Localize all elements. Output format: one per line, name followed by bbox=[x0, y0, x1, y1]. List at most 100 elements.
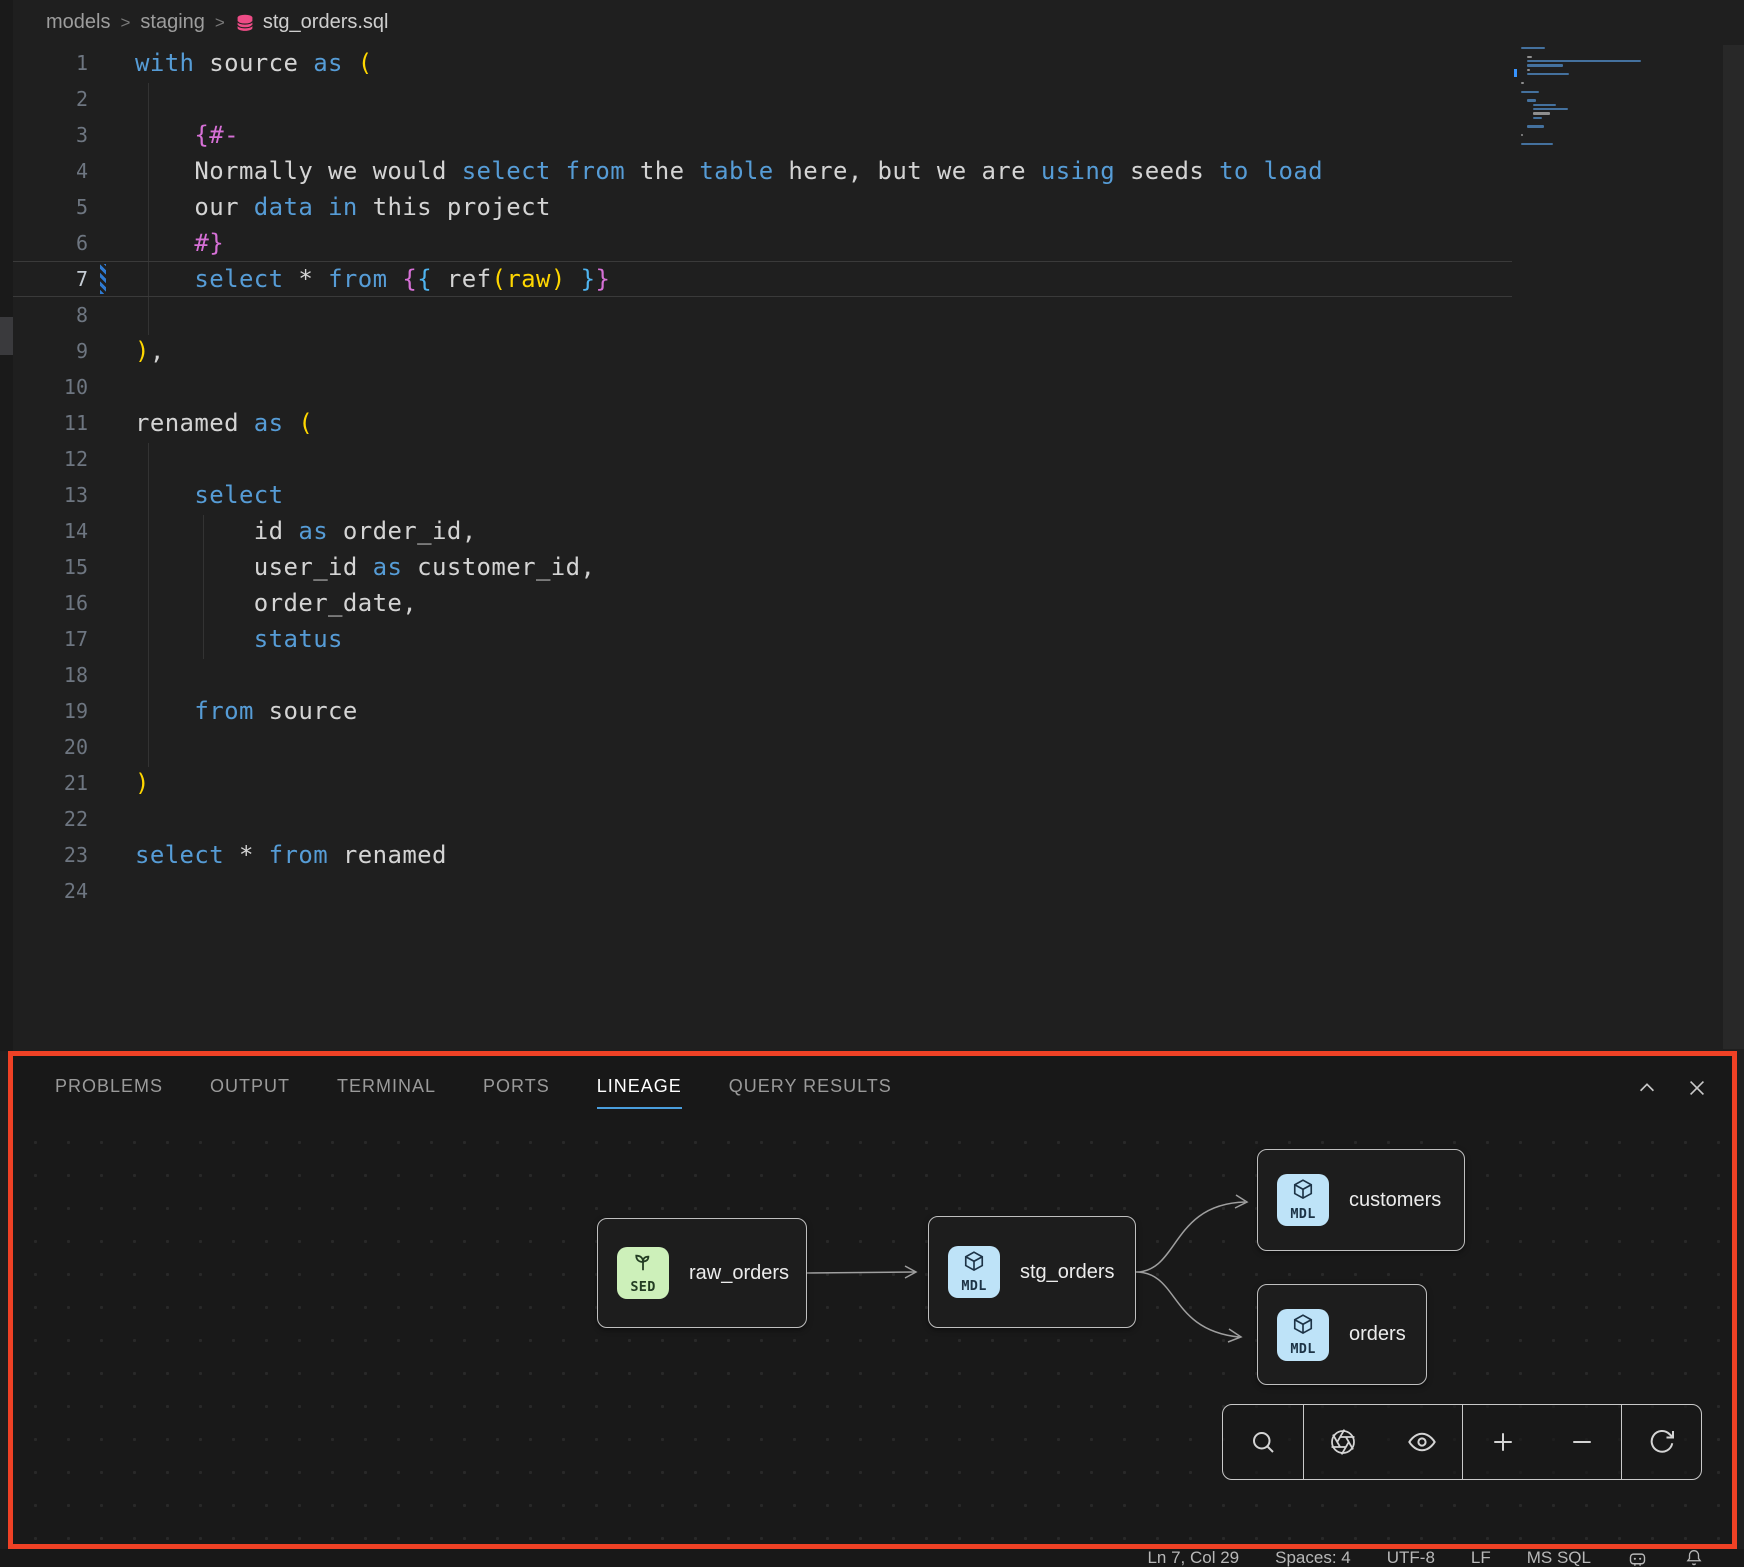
code-line[interactable]: 18 bbox=[13, 657, 1512, 693]
panel-tab-ports[interactable]: PORTS bbox=[483, 1068, 550, 1109]
line-number: 16 bbox=[13, 591, 88, 615]
close-icon[interactable] bbox=[1686, 1077, 1708, 1099]
code-lines: 1with source as ( 2 3 {#-4 Normally we wou… bbox=[13, 45, 1512, 909]
chevron-up-icon[interactable] bbox=[1636, 1077, 1658, 1099]
code-line[interactable]: 16 order_date, bbox=[13, 585, 1512, 621]
minimap-line bbox=[1533, 108, 1568, 110]
line-number: 2 bbox=[13, 87, 88, 111]
line-number: 15 bbox=[13, 555, 88, 579]
aperture-icon[interactable] bbox=[1321, 1420, 1365, 1464]
lineage-node-customers[interactable]: MDLcustomers bbox=[1257, 1149, 1465, 1251]
breadcrumb: models>staging>stg_orders.sql bbox=[13, 0, 388, 45]
panel-tab-query-results[interactable]: QUERY RESULTS bbox=[729, 1068, 892, 1109]
code-line[interactable]: 15 user_id as customer_id, bbox=[13, 549, 1512, 585]
minimap-line bbox=[1521, 91, 1539, 93]
minimap-line bbox=[1527, 69, 1530, 71]
status-spaces-4[interactable]: Spaces: 4 bbox=[1275, 1548, 1351, 1567]
code-line[interactable]: 22 bbox=[13, 801, 1512, 837]
code-line[interactable]: 17 status bbox=[13, 621, 1512, 657]
breadcrumb-item[interactable]: models bbox=[46, 11, 110, 34]
panel-tab-output[interactable]: OUTPUT bbox=[210, 1068, 290, 1109]
editor-scrollbar[interactable] bbox=[1723, 45, 1744, 1049]
edge-stg_orders-customers bbox=[1136, 1202, 1245, 1272]
status-utf-8[interactable]: UTF-8 bbox=[1387, 1548, 1435, 1567]
line-number: 13 bbox=[13, 483, 88, 507]
minimap-line bbox=[1527, 125, 1544, 127]
lineage-node-orders[interactable]: MDL orders bbox=[1257, 1284, 1427, 1385]
line-number: 12 bbox=[13, 447, 88, 471]
minimap-line bbox=[1527, 73, 1569, 75]
lineage-edges bbox=[13, 1120, 1732, 1544]
eye-icon[interactable] bbox=[1400, 1420, 1444, 1464]
code-line[interactable]: 11renamed as ( bbox=[13, 405, 1512, 441]
line-number: 18 bbox=[13, 663, 88, 687]
node-label: customers bbox=[1349, 1189, 1441, 1212]
breadcrumb-item[interactable]: staging bbox=[140, 11, 205, 34]
node-label: orders bbox=[1349, 1323, 1406, 1346]
status-bar: Ln 7, Col 29 Spaces: 4 UTF-8 LF MS SQL bbox=[0, 1549, 1744, 1567]
code-line[interactable]: 24 bbox=[13, 873, 1512, 909]
breadcrumb-file[interactable]: stg_orders.sql bbox=[235, 11, 389, 34]
refresh-icon[interactable] bbox=[1640, 1420, 1684, 1464]
badge-label: MDL bbox=[1290, 1341, 1315, 1357]
code-line[interactable]: 10 bbox=[13, 369, 1512, 405]
activity-strip-thumb[interactable] bbox=[0, 317, 13, 355]
bell-icon[interactable] bbox=[1684, 1548, 1704, 1567]
node-badge-seed: SED bbox=[617, 1247, 669, 1299]
code-line[interactable]: 5 our data in this project bbox=[13, 189, 1512, 225]
code-editor[interactable]: 1with source as ( 2 3 {#-4 Normally we wou… bbox=[13, 45, 1744, 1051]
code-line[interactable]: 19 from source bbox=[13, 693, 1512, 729]
lineage-canvas[interactable]: SEDraw_ordersMDLstg_ordersMDLcustomersMD… bbox=[13, 1120, 1732, 1544]
status-lf[interactable]: LF bbox=[1471, 1548, 1491, 1567]
line-number: 24 bbox=[13, 879, 88, 903]
zoom-out-icon[interactable] bbox=[1560, 1420, 1604, 1464]
panel-tab-problems[interactable]: PROBLEMS bbox=[55, 1068, 163, 1109]
toolbar-group bbox=[1462, 1405, 1621, 1479]
status-ln-7-col-29[interactable]: Ln 7, Col 29 bbox=[1147, 1548, 1239, 1567]
code-line[interactable]: 14 id as order_id, bbox=[13, 513, 1512, 549]
code-line[interactable]: 2 bbox=[13, 81, 1512, 117]
minimap-line bbox=[1521, 82, 1524, 84]
line-number: 19 bbox=[13, 699, 88, 723]
toolbar-group bbox=[1621, 1405, 1701, 1479]
line-number: 23 bbox=[13, 843, 88, 867]
zoom-in-icon[interactable] bbox=[1481, 1420, 1525, 1464]
code-line[interactable]: 7 select * from {{ ref(raw) }} bbox=[13, 261, 1512, 297]
badge-label: SED bbox=[630, 1279, 655, 1295]
line-number: 21 bbox=[13, 771, 88, 795]
cube-icon bbox=[1292, 1313, 1314, 1340]
code-line[interactable]: 23select * from renamed bbox=[13, 837, 1512, 873]
code-line[interactable]: 3 {#- bbox=[13, 117, 1512, 153]
status-ms-sql[interactable]: MS SQL bbox=[1527, 1548, 1591, 1567]
line-number: 4 bbox=[13, 159, 88, 183]
minimap[interactable] bbox=[1518, 45, 1718, 185]
search-icon[interactable] bbox=[1241, 1420, 1285, 1464]
cube-icon bbox=[963, 1250, 985, 1277]
badge-label: MDL bbox=[961, 1278, 986, 1294]
panel-tab-lineage[interactable]: LINEAGE bbox=[597, 1068, 682, 1109]
panel-tabbar: PROBLEMS OUTPUT TERMINAL PORTS LINEAGE QUERY … bbox=[13, 1056, 1732, 1120]
code-line[interactable]: 9), bbox=[13, 333, 1512, 369]
code-line[interactable]: 4 Normally we would select from the tabl… bbox=[13, 153, 1512, 189]
line-number: 7 bbox=[13, 267, 88, 291]
code-line[interactable]: 12 bbox=[13, 441, 1512, 477]
panel-tab-terminal[interactable]: TERMINAL bbox=[337, 1068, 436, 1109]
code-line[interactable]: 6 #} bbox=[13, 225, 1512, 261]
code-line[interactable]: 1with source as ( bbox=[13, 45, 1512, 81]
minimap-line bbox=[1527, 60, 1641, 62]
line-number: 17 bbox=[13, 627, 88, 651]
line-number: 6 bbox=[13, 231, 88, 255]
code-line[interactable]: 21) bbox=[13, 765, 1512, 801]
code-line[interactable]: 13 select bbox=[13, 477, 1512, 513]
code-line[interactable]: 8 bbox=[13, 297, 1512, 333]
minimap-line bbox=[1527, 99, 1536, 101]
lineage-node-stg_orders[interactable]: MDLstg_orders bbox=[928, 1216, 1136, 1328]
line-number: 20 bbox=[13, 735, 88, 759]
minimap-line bbox=[1521, 134, 1523, 136]
lineage-node-raw_orders[interactable]: SEDraw_orders bbox=[597, 1218, 807, 1328]
vscode-window: models>staging>stg_orders.sql 1with sour… bbox=[0, 0, 1744, 1567]
code-line[interactable]: 20 bbox=[13, 729, 1512, 765]
line-number: 9 bbox=[13, 339, 88, 363]
feedback-robot-icon[interactable] bbox=[1627, 1548, 1648, 1567]
minimap-line bbox=[1527, 56, 1532, 58]
